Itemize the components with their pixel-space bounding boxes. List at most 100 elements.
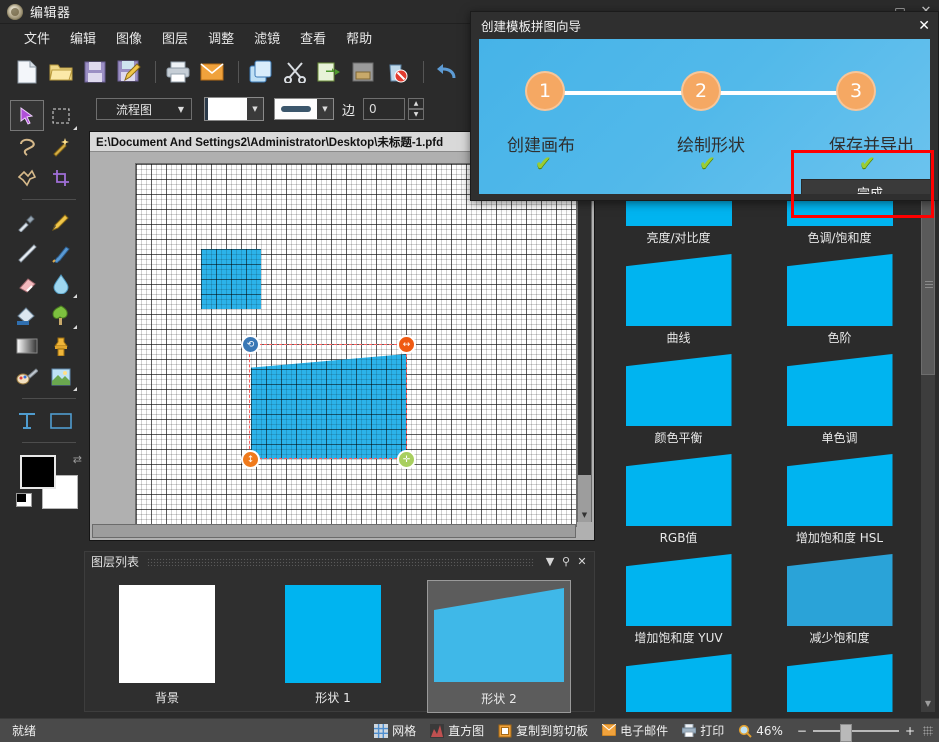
copy-layer-icon[interactable] — [246, 57, 276, 87]
scrollbar-thumb[interactable] — [921, 200, 935, 375]
zoom-in-button[interactable]: + — [905, 724, 915, 738]
effect-item[interactable]: 曲线 — [598, 254, 759, 354]
cut-scissors-icon[interactable] — [280, 57, 310, 87]
menu-adjust[interactable]: 调整 — [198, 25, 244, 50]
canvas-vertical-scrollbar[interactable]: ▼ — [577, 174, 592, 522]
stroke-style-swatch[interactable]: ▼ — [274, 98, 334, 120]
status-clipboard-button[interactable]: 复制到剪切板 — [498, 722, 588, 739]
status-histogram-button[interactable]: 直方图 — [430, 722, 484, 739]
email-icon[interactable] — [197, 57, 227, 87]
recolor-tool-icon[interactable] — [10, 361, 44, 392]
print-icon[interactable] — [163, 57, 193, 87]
paint-bucket-tool-icon[interactable] — [10, 299, 44, 330]
move-tool-icon[interactable] — [10, 100, 44, 131]
save-as-icon[interactable] — [114, 57, 144, 87]
line-tool-icon[interactable] — [10, 237, 44, 268]
shape-type-select[interactable]: 流程图 ▼ — [96, 98, 192, 120]
zoom-out-button[interactable]: − — [797, 724, 807, 738]
effect-item[interactable]: RGB值 — [598, 454, 759, 554]
menu-edit[interactable]: 编辑 — [60, 25, 106, 50]
effects-vertical-scrollbar[interactable]: ▼ — [921, 196, 935, 712]
eraser-tool-icon[interactable] — [10, 268, 44, 299]
bottom-left-handle[interactable]: ↕ — [241, 450, 260, 469]
chevron-down-icon[interactable]: ▼ — [247, 98, 263, 120]
menu-filter[interactable]: 滤镜 — [244, 25, 290, 50]
chevron-down-icon[interactable]: ▼ — [317, 99, 333, 119]
slider-knob[interactable] — [840, 724, 852, 742]
scrollbar-thumb[interactable] — [578, 175, 591, 475]
effect-item[interactable]: 亮度/对比度 — [598, 196, 759, 254]
delete-icon[interactable] — [382, 57, 412, 87]
collapse-chevron-icon[interactable]: ▼ — [542, 555, 558, 568]
shape-1-rect[interactable] — [201, 249, 261, 309]
scroll-down-icon[interactable]: ▼ — [578, 508, 591, 522]
list-item[interactable]: 形状 1 — [261, 580, 405, 713]
canvas-sheet[interactable]: ⟲ ↔ ↕ ✛ — [136, 164, 576, 526]
wizard-step-2[interactable]: 2 — [681, 71, 721, 111]
document-canvas-area[interactable]: ⟲ ↔ ↕ ✛ ▼ — [90, 152, 594, 540]
top-right-handle[interactable]: ↔ — [397, 335, 416, 354]
resize-grip-icon[interactable] — [923, 726, 933, 736]
eyedropper-tool-icon[interactable] — [10, 206, 44, 237]
effect-item[interactable]: 减少饱和度 — [759, 554, 920, 654]
menu-file[interactable]: 文件 — [14, 25, 60, 50]
rotate-handle[interactable]: ⟲ — [241, 335, 260, 354]
menu-help[interactable]: 帮助 — [336, 25, 382, 50]
lasso-tool-icon[interactable] — [10, 131, 44, 162]
close-icon[interactable]: ✕ — [574, 555, 590, 568]
canvas-horizontal-scrollbar[interactable] — [92, 524, 576, 538]
effect-item[interactable] — [598, 654, 759, 712]
clone-stamp-tool-icon[interactable] — [44, 330, 78, 361]
image-tool-icon[interactable] — [44, 361, 78, 392]
paste-icon[interactable] — [314, 57, 344, 87]
reset-colors-icon[interactable] — [16, 493, 32, 507]
finish-button[interactable]: 完成 — [801, 179, 930, 194]
zoom-slider[interactable] — [813, 724, 899, 738]
paintbrush-tool-icon[interactable] — [44, 237, 78, 268]
status-email-button[interactable]: 电子邮件 — [602, 722, 668, 739]
stepper-up-icon[interactable]: ▲ — [408, 98, 424, 109]
magic-wand-tool-icon[interactable] — [44, 131, 78, 162]
archive-icon[interactable] — [348, 57, 378, 87]
open-folder-icon[interactable] — [46, 57, 76, 87]
save-icon[interactable] — [80, 57, 110, 87]
water-drop-tool-icon[interactable] — [44, 268, 78, 299]
foreground-color-chip[interactable] — [20, 455, 56, 489]
list-item[interactable]: 形状 2 — [427, 580, 571, 713]
bottom-right-handle[interactable]: ✛ — [397, 450, 416, 469]
effect-item[interactable]: 单色调 — [759, 354, 920, 454]
crop-tool-icon[interactable] — [44, 162, 78, 193]
swap-colors-icon[interactable]: ⇄ — [73, 453, 82, 466]
menu-layer[interactable]: 图层 — [152, 25, 198, 50]
effect-item[interactable]: 色调/饱和度 — [759, 196, 920, 254]
polygon-lasso-tool-icon[interactable] — [10, 162, 44, 193]
shape-2-selected[interactable]: ⟲ ↔ ↕ ✛ — [251, 354, 406, 459]
pencil-tool-icon[interactable] — [44, 206, 78, 237]
effect-item[interactable]: 颜色平衡 — [598, 354, 759, 454]
gradient-fill-tool-icon[interactable] — [44, 299, 78, 330]
menu-image[interactable]: 图像 — [106, 25, 152, 50]
rect-select-tool-icon[interactable] — [44, 100, 78, 131]
panel-drag-handle[interactable] — [147, 558, 534, 566]
status-zoom-indicator[interactable]: 46% — [738, 724, 783, 738]
status-print-button[interactable]: 打印 — [682, 722, 724, 739]
effect-item[interactable] — [759, 654, 920, 712]
fill-style-swatch[interactable]: ▼ — [204, 97, 264, 121]
new-document-icon[interactable] — [12, 57, 42, 87]
stepper-down-icon[interactable]: ▼ — [408, 109, 424, 120]
undo-icon[interactable] — [431, 57, 461, 87]
zoom-slider-control[interactable]: − + — [797, 724, 915, 738]
text-tool-icon[interactable] — [10, 405, 44, 436]
effect-item[interactable]: 增加饱和度 YUV — [598, 554, 759, 654]
status-grid-button[interactable]: 网格 — [374, 722, 416, 739]
menu-view[interactable]: 查看 — [290, 25, 336, 50]
effect-item[interactable]: 色阶 — [759, 254, 920, 354]
edge-value-input[interactable]: 0 — [363, 98, 405, 120]
effect-item[interactable]: 增加饱和度 HSL — [759, 454, 920, 554]
shapes-tool-icon[interactable] — [44, 405, 78, 436]
list-item[interactable]: 背景 — [95, 580, 239, 713]
scroll-down-icon[interactable]: ▼ — [921, 696, 935, 710]
edge-stepper[interactable]: ▲ ▼ — [408, 98, 424, 120]
close-icon[interactable]: ✕ — [918, 18, 930, 34]
wizard-step-1[interactable]: 1 — [525, 71, 565, 111]
